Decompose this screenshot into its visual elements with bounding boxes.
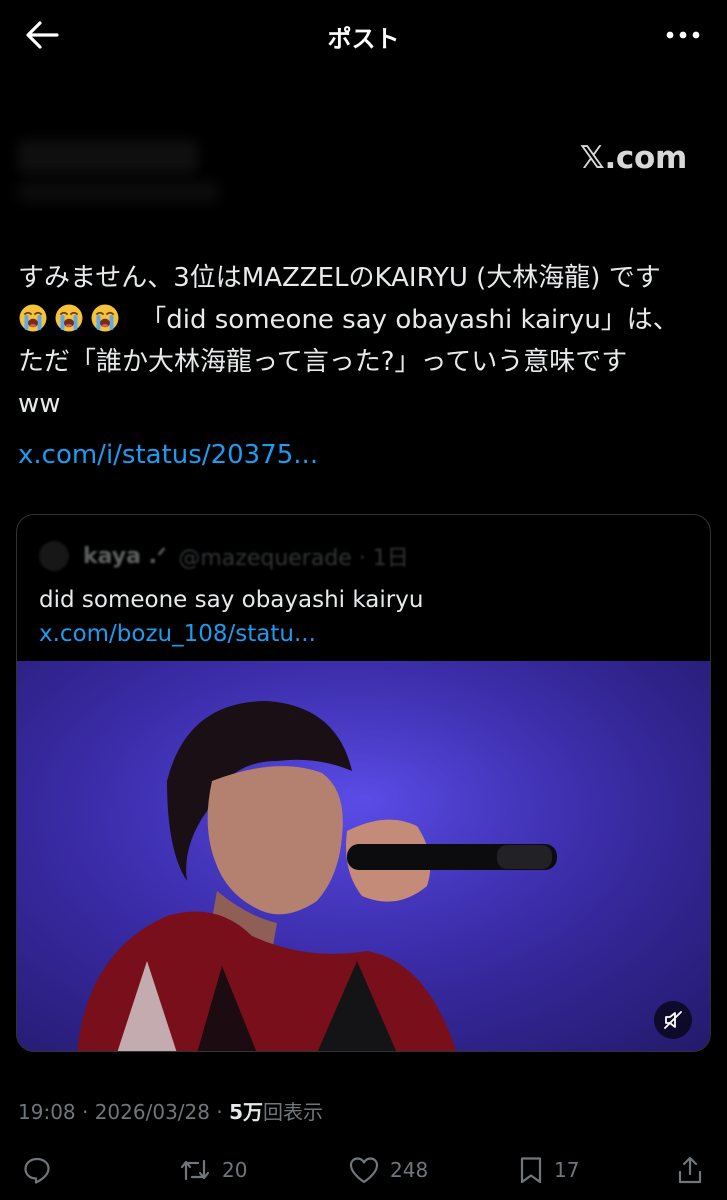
bookmark-icon <box>520 1157 542 1184</box>
quote-text: did someone say obayashi kairyu x.com/bo… <box>39 583 679 651</box>
repost-icon <box>180 1159 210 1181</box>
bookmark-count: 17 <box>554 1158 580 1182</box>
post-link[interactable]: x.com/i/status/20375... <box>18 440 318 470</box>
view-count: 5万 <box>229 1100 263 1124</box>
action-bar: 20 248 17 <box>0 1150 727 1190</box>
heart-icon <box>349 1157 379 1184</box>
quote-avatar <box>39 541 69 571</box>
page-title: ポスト <box>327 25 400 53</box>
repost-button[interactable]: 20 <box>178 1150 247 1190</box>
muted-speaker-icon <box>664 1011 682 1029</box>
loudly-crying-face-icon <box>19 304 47 332</box>
quote-link[interactable]: x.com/bozu_108/statu... <box>39 621 316 647</box>
loudly-crying-face-icon <box>91 304 119 332</box>
quoted-post[interactable]: kaya .ᐟ @mazequerade · 1日 did someone sa… <box>16 514 711 1052</box>
post-line-2-text: 「did someone say obayashi kairyu」は、 <box>140 305 679 335</box>
post-line-4: ww <box>18 389 61 419</box>
more-button[interactable] <box>661 18 705 52</box>
loudly-crying-face-icon <box>55 304 83 332</box>
view-label: 回表示 <box>262 1100 323 1124</box>
quote-header: kaya .ᐟ @mazequerade · 1日 <box>39 541 409 571</box>
mute-toggle[interactable] <box>654 1001 692 1039</box>
quote-body: did someone say obayashi kairyu <box>39 587 424 613</box>
reply-button[interactable] <box>22 1150 52 1190</box>
top-bar: ポスト <box>0 0 727 70</box>
reply-icon <box>24 1157 50 1184</box>
quote-video[interactable] <box>17 661 710 1051</box>
repost-count: 20 <box>222 1158 248 1182</box>
blurred-handle <box>18 182 218 202</box>
bookmark-button[interactable]: 17 <box>518 1150 579 1190</box>
share-button[interactable] <box>676 1150 704 1190</box>
post-body: すみません、3位はMAZZELのKAIRYU (大林海龍) です 「did so… <box>18 257 708 425</box>
quote-author-handle: @mazequerade · 1日 <box>178 546 409 571</box>
emoji-group <box>18 304 126 335</box>
share-icon <box>678 1156 702 1184</box>
quote-author-name: kaya .ᐟ <box>83 543 167 569</box>
post-line-2: 「did someone say obayashi kairyu」は、 <box>18 299 708 341</box>
more-horizontal-icon <box>666 31 700 39</box>
blurred-name <box>18 140 198 174</box>
post-timestamp: 19:08 · 2026/03/28 · <box>18 1100 230 1124</box>
post-line-1: すみません、3位はMAZZELのKAIRYU (大林海龍) です <box>18 263 661 293</box>
x-watermark: 𝕏.com <box>579 140 688 176</box>
blurred-author <box>18 130 238 210</box>
post-meta: 19:08 · 2026/03/28 · 5万回表示 <box>18 1096 323 1125</box>
post-line-3: ただ「誰か大林海龍って言った?」っていう意味です <box>18 347 628 377</box>
like-button[interactable]: 248 <box>348 1150 428 1190</box>
video-frame <box>17 661 710 1051</box>
like-count: 248 <box>390 1158 429 1182</box>
